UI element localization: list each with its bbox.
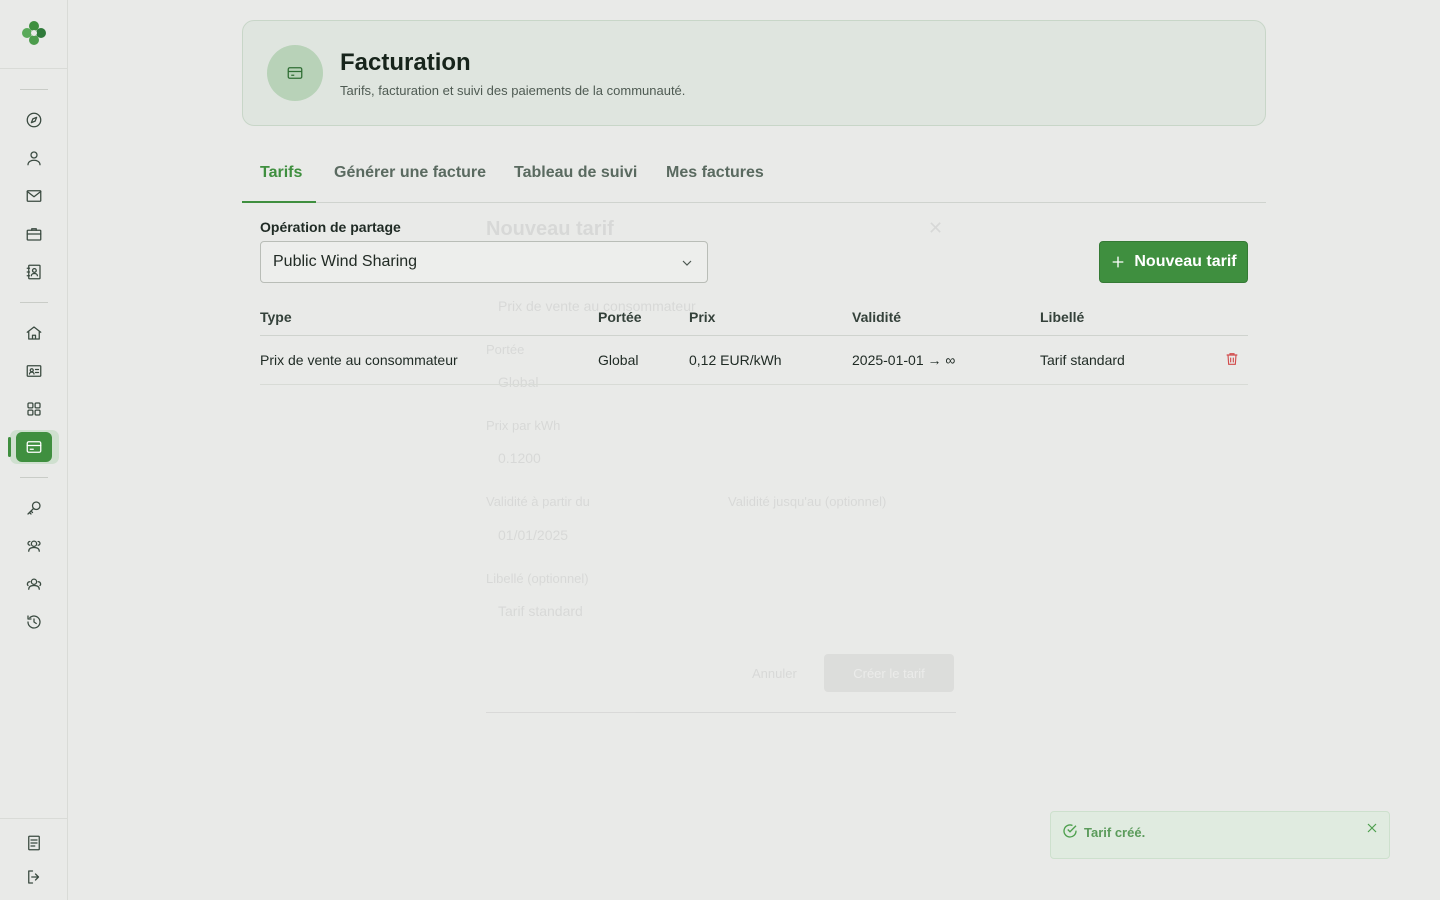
briefcase-icon (26, 228, 42, 241)
sidebar-item-grid[interactable] (16, 394, 52, 424)
cell-scope: Global (598, 352, 639, 368)
logout-icon (28, 870, 40, 884)
header-icon-circle (267, 45, 323, 101)
sidebar-item-logout[interactable] (16, 862, 52, 892)
sidebar-divider (0, 68, 68, 69)
sidebar-item-compass[interactable] (16, 105, 52, 135)
users-icon (27, 540, 41, 552)
column-header-label: Libellé (1040, 309, 1085, 325)
modal-submit-button: Créer le tarif (824, 654, 954, 692)
tab-tarifs[interactable]: Tarifs (260, 164, 302, 182)
operation-label: Opération de partage (260, 219, 401, 235)
modal-valid-to-label: Validité jusqu'au (optionnel) (728, 494, 887, 509)
tab-generer-facture[interactable]: Générer une facture (334, 164, 486, 182)
close-icon: ✕ (928, 218, 944, 238)
table-row: Prix de vente au consommateur Global 0,1… (260, 336, 1248, 385)
cell-validity: 2025-01-01 → ∞ (852, 352, 956, 368)
sidebar-divider (0, 818, 68, 819)
history-icon (27, 615, 41, 629)
operation-select-value: Public Wind Sharing (273, 253, 418, 270)
column-header-scope: Portée (598, 309, 642, 325)
sidebar-item-user[interactable] (16, 143, 52, 173)
trash-icon (1226, 353, 1238, 365)
modal-valid-from-label: Validité à partir du (486, 494, 590, 509)
contacts-icon (26, 264, 41, 280)
sidebar-item-history[interactable] (16, 607, 52, 637)
logo-icon[interactable] (20, 19, 48, 47)
close-icon (1367, 823, 1377, 833)
sidebar-divider (20, 89, 48, 90)
sidebar-item-group[interactable] (16, 569, 52, 599)
toast-close-button[interactable] (1364, 820, 1382, 838)
check-circle-icon (1061, 822, 1079, 840)
group-icon (26, 578, 42, 590)
mail-icon (26, 190, 42, 202)
credit-card-icon (287, 67, 303, 79)
key-icon (27, 501, 41, 515)
modal-libelle-label: Libellé (optionnel) (486, 571, 589, 586)
cell-label: Tarif standard (1040, 352, 1125, 368)
sidebar-divider (20, 477, 48, 478)
modal-title: Nouveau tarif (486, 218, 614, 240)
new-tariff-button[interactable]: Nouveau tarif (1099, 241, 1248, 283)
sidebar-divider (20, 302, 48, 303)
modal-divider (486, 712, 956, 713)
tab-mes-factures[interactable]: Mes factures (666, 164, 764, 182)
user-icon (27, 151, 41, 166)
operation-select[interactable]: Public Wind Sharing (260, 241, 708, 283)
column-header-validity: Validité (852, 309, 902, 325)
delete-tariff-button[interactable] (1224, 351, 1242, 369)
plus-icon (1113, 256, 1124, 268)
credit-card-icon (26, 441, 42, 453)
sidebar-item-briefcase[interactable] (16, 219, 52, 249)
document-icon (28, 835, 40, 851)
sidebar-item-billing[interactable] (16, 432, 52, 462)
sidebar-item-id-card[interactable] (16, 356, 52, 386)
sidebar-item-users[interactable] (16, 531, 52, 561)
toast-message: Tarif créé. (1084, 825, 1146, 840)
grid-icon (27, 402, 41, 416)
id-card-icon (26, 365, 42, 377)
modal-price-label: Prix par kWh (486, 418, 561, 433)
sidebar-item-documents[interactable] (16, 828, 52, 858)
modal-libelle-value: Tarif standard (498, 603, 583, 619)
column-header-type: Type (260, 309, 292, 325)
modal-cancel-button: Annuler (752, 666, 797, 681)
home-icon (26, 326, 42, 340)
modal-valid-from-value: 01/01/2025 (498, 527, 569, 543)
new-tariff-label: Nouveau tarif (1134, 253, 1237, 270)
cell-type: Prix de vente au consommateur (260, 352, 458, 368)
sidebar-item-contacts[interactable] (16, 257, 52, 287)
tab-bar: Tarifs Générer une facture Tableau de su… (242, 150, 1266, 203)
success-toast: Tarif créé. (1050, 811, 1390, 859)
sidebar-active-indicator (8, 437, 11, 457)
sidebar-item-key[interactable] (16, 493, 52, 523)
page-header: Facturation Tarifs, facturation et suivi… (242, 20, 1266, 126)
cell-price: 0,12 EUR/kWh (689, 352, 782, 368)
sidebar-item-home[interactable] (16, 318, 52, 348)
page-subtitle: Tarifs, facturation et suivi des paiemen… (340, 83, 686, 98)
sidebar-item-mail[interactable] (16, 181, 52, 211)
tab-tableau-suivi[interactable]: Tableau de suivi (514, 164, 637, 182)
active-tab-underline (242, 201, 316, 203)
compass-icon (26, 112, 42, 128)
chevron-down-icon (682, 260, 692, 266)
column-header-price: Prix (689, 309, 716, 325)
page-title: Facturation (340, 49, 471, 76)
table-header: Type Portée Prix Validité Libellé (260, 300, 1248, 336)
sidebar (0, 0, 68, 900)
modal-price-value: 0.1200 (498, 450, 541, 466)
